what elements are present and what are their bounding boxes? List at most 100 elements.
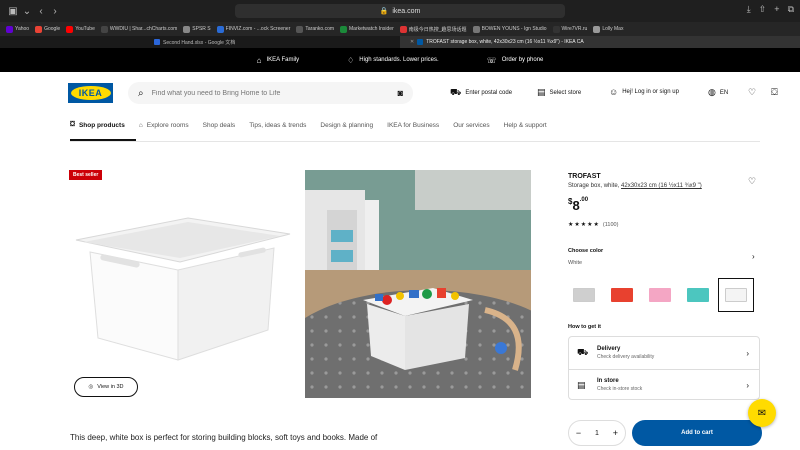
delivery-option[interactable]: ⛟ Delivery Check delivery availability › — [569, 337, 759, 369]
bookmark-item[interactable]: Google — [35, 25, 60, 33]
swatch-box — [611, 288, 633, 302]
bookmark-item[interactable]: YouTube — [66, 25, 95, 33]
rating-count: (1100) — [602, 222, 619, 228]
product-image[interactable] — [68, 170, 293, 400]
nav-item[interactable]: Our services — [453, 122, 489, 129]
promo-order-phone[interactable]: ☏ Order by phone — [487, 56, 544, 65]
bookmark-label: Wire7VR.ru — [561, 26, 588, 32]
nav-label: Our services — [453, 121, 490, 129]
language-button[interactable]: ◍ EN — [708, 87, 728, 98]
tag-icon: ⌂ — [256, 55, 262, 65]
favorites-button[interactable]: ♡ — [748, 87, 756, 98]
in-store-option[interactable]: ▤ In store Check in-store stock › — [569, 369, 759, 401]
bookmark-item[interactable]: Lolly Max — [593, 25, 623, 33]
login-button[interactable]: ☺ Hej! Log in or sign up — [609, 87, 679, 97]
tab-ikea[interactable]: ✕ TROFAST storage box, white, 42x30x23 c… — [400, 36, 800, 48]
docs-icon — [154, 39, 160, 45]
size-link[interactable]: 42x30x23 cm (16 ½x11 ¾x9 ") — [621, 183, 702, 189]
share-icon[interactable]: ⇧ — [759, 4, 767, 15]
view-3d-button[interactable]: ◎ View in 3D — [74, 377, 138, 397]
nav-item[interactable]: IKEA for Business — [387, 122, 439, 129]
thumb-icon: ♢ — [347, 55, 355, 65]
bookmark-item[interactable]: Marketwatch Insider — [340, 25, 394, 33]
bookmark-label: YouTube — [75, 26, 95, 32]
forward-icon[interactable]: › — [48, 6, 62, 17]
address-bar[interactable]: 🔒 ikea.com — [235, 4, 565, 18]
bookmark-favicon-icon — [100, 25, 108, 33]
bookmark-label: FINVIZ.com - ...ock Screener — [225, 26, 291, 32]
globe-icon: ◍ — [708, 87, 716, 97]
tab-google-docs[interactable]: Second Hand.xlsx - Google 文档 — [148, 36, 398, 48]
decrease-button[interactable]: − — [576, 428, 581, 438]
tab-overview-icon[interactable]: ⧉ — [788, 4, 794, 15]
delivery-title: Delivery — [597, 346, 621, 352]
rating[interactable]: ★★★★★ (1100) — [568, 221, 618, 228]
bookmark-item[interactable]: 南极今日热搜_趣思场话题 — [399, 25, 467, 33]
nav-item[interactable]: Help & support — [504, 122, 547, 129]
heart-icon[interactable]: ♡ — [748, 176, 756, 187]
ikea-favicon-icon — [417, 39, 424, 45]
bookmark-item[interactable]: FINVIZ.com - ...ock Screener — [216, 25, 291, 33]
search-input[interactable] — [151, 89, 390, 97]
back-icon[interactable]: ‹ — [34, 6, 48, 17]
nav-label: Shop products — [78, 121, 125, 129]
ikea-logo[interactable]: IKEA — [68, 83, 113, 103]
bookmark-favicon-icon — [35, 25, 43, 33]
nav-item[interactable]: Shop deals — [203, 122, 236, 129]
postal-label: Enter postal code — [465, 90, 513, 96]
color-label: Choose color — [568, 248, 604, 254]
lock-icon: 🔒 — [379, 8, 389, 15]
bookmark-favicon-icon — [183, 25, 191, 33]
bookmark-item[interactable]: Taranko.com — [296, 25, 334, 33]
store-icon: ▤ — [577, 379, 586, 390]
postal-code-button[interactable]: ⛟ Enter postal code — [450, 87, 512, 99]
chevron-down-icon[interactable]: ⌄ — [20, 6, 34, 17]
camera-icon[interactable]: ◙ — [398, 88, 403, 98]
price-decimal: .00 — [579, 197, 589, 203]
close-icon[interactable]: ✕ — [410, 39, 414, 45]
chevron-right-icon: › — [746, 348, 749, 358]
login-label: Hej! Log in or sign up — [622, 89, 679, 95]
bookmark-item[interactable]: Wire7VR.ru — [552, 25, 588, 33]
bookmark-item[interactable]: WWDIU | Shar...chCharts.com — [100, 25, 177, 33]
downloads-icon[interactable]: ⤓ — [747, 4, 751, 15]
nav-item[interactable]: ⛋ Shop products — [70, 121, 125, 129]
swatch-box — [687, 288, 709, 302]
phone-icon: ☏ — [486, 55, 497, 65]
chevron-right-icon[interactable]: › — [752, 252, 755, 261]
truck-icon: ⛟ — [450, 87, 462, 97]
color-swatch-turquoise[interactable] — [682, 280, 714, 310]
promo-label: Order by phone — [501, 57, 544, 63]
color-swatch-grey[interactable] — [568, 280, 600, 310]
3d-icon: ◎ — [88, 384, 94, 390]
bookmark-item[interactable]: Yahoo — [6, 25, 30, 33]
promo-ikea-family[interactable]: ⌂ IKEA Family — [257, 56, 300, 65]
color-swatch-pink[interactable] — [644, 280, 676, 310]
nav-item[interactable]: Design & planning — [320, 122, 373, 129]
bookmark-label: Yahoo — [15, 26, 30, 32]
sidebar-toggle-icon[interactable]: ▣ — [6, 6, 20, 17]
room-image[interactable] — [305, 170, 531, 398]
promo-high-standards[interactable]: ♢ High standards. Lower prices. — [347, 56, 439, 65]
cart-button[interactable]: ⛋ — [771, 87, 778, 98]
bookmark-favicon-icon — [216, 25, 224, 33]
bookmark-favicon-icon — [552, 25, 560, 33]
nav-item[interactable]: ⌂ Explore rooms — [139, 122, 189, 129]
add-to-cart-button[interactable]: Add to cart — [632, 420, 762, 446]
nav-item[interactable]: Tips, ideas & trends — [249, 122, 306, 129]
bookmark-item[interactable]: SPSR S — [183, 25, 211, 33]
color-swatch-red[interactable] — [606, 280, 638, 310]
search-bar[interactable]: ⌕ ◙ — [128, 82, 413, 104]
chat-icon[interactable]: ✉ — [748, 399, 776, 427]
bookmark-label: Marketwatch Insider — [349, 26, 394, 32]
select-store-button[interactable]: ▤ Select store — [537, 87, 581, 98]
increase-button[interactable]: + — [613, 428, 618, 438]
delivery-subtitle: Check delivery availability — [597, 354, 655, 360]
swatch-box — [649, 288, 671, 302]
nav-label: Explore rooms — [146, 121, 189, 129]
quantity-stepper: − 1 + — [568, 420, 626, 446]
color-swatch-white[interactable] — [718, 278, 754, 312]
bookmark-item[interactable]: BOWEN YOUNS - Ign Studio — [472, 25, 547, 33]
new-tab-icon[interactable]: + — [774, 4, 779, 15]
main-nav: ⛋ Shop products ⌂ Explore rooms Shop deals Ti… — [70, 121, 547, 129]
